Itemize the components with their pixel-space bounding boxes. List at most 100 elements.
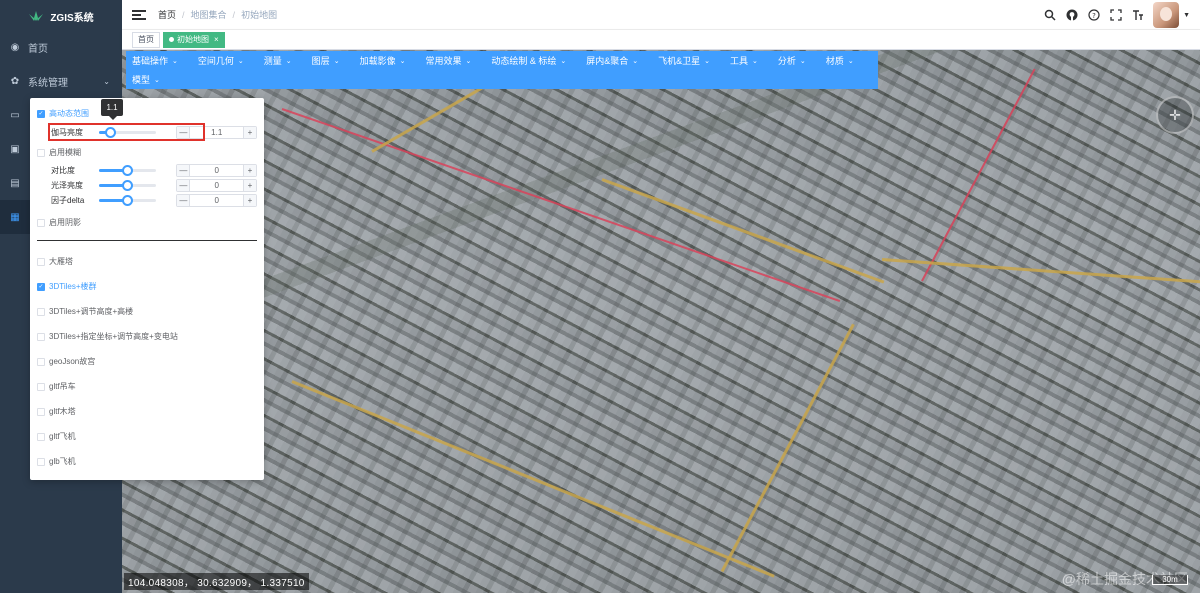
sidebar-item-system[interactable]: ✿ 系统管理 ⌄ xyxy=(0,64,122,98)
decrement-button[interactable]: — xyxy=(177,127,191,138)
chevron-down-icon: ⌄ xyxy=(465,57,472,65)
delta-slider[interactable] xyxy=(98,195,157,206)
layer-checkbox[interactable]: 3DTiles+指定坐标+调节高度+变电站 xyxy=(37,324,257,349)
contrast-value[interactable]: 0 xyxy=(190,165,243,176)
checkbox-checked-icon[interactable]: ✓ xyxy=(37,109,45,118)
layer-checkbox[interactable]: glb飞机 xyxy=(37,449,257,474)
shadow-checkbox[interactable]: 启用阴影 xyxy=(37,215,257,230)
increment-button[interactable]: + xyxy=(243,180,256,191)
chevron-down-icon: ⌄ xyxy=(154,76,160,84)
toolbar-draw[interactable]: 动态绘制 & 标绘 ⌄ xyxy=(485,51,572,70)
toolbar-cluster[interactable]: 屏内&聚合 ⌄ xyxy=(580,51,644,70)
delta-label: 因子delta xyxy=(51,196,85,205)
decrement-button[interactable]: — xyxy=(177,180,191,191)
toolbar-imagery[interactable]: 加载影像 ⌄ xyxy=(354,51,412,70)
toolbar-measure[interactable]: 测量 ⌄ xyxy=(258,51,298,70)
layer-checkbox[interactable]: 3DTiles+调节高度+高楼 xyxy=(37,299,257,324)
font-size-icon[interactable] xyxy=(1131,9,1144,22)
checkbox-checked-icon[interactable]: ✓ xyxy=(37,282,45,291)
layer-label: 3DTiles+调节高度+高楼 xyxy=(49,307,134,316)
checkbox-icon[interactable] xyxy=(37,148,45,157)
toolbar-tools[interactable]: 工具 ⌄ xyxy=(724,51,764,70)
increment-button[interactable]: + xyxy=(243,195,256,206)
search-icon[interactable] xyxy=(1043,9,1056,22)
layer-label: geoJson故宫 xyxy=(49,357,96,366)
sidebar-item-label: 首页 xyxy=(28,43,48,55)
decrement-button[interactable]: — xyxy=(177,195,191,206)
layer-label: 3DTiles+指定坐标+调节高度+变电站 xyxy=(49,332,178,341)
slider-handle[interactable] xyxy=(104,127,116,138)
gamma-label: 伽马亮度 xyxy=(51,128,83,137)
contrast-stepper[interactable]: — 0 + xyxy=(176,164,257,177)
tag-home[interactable]: 首页 xyxy=(132,31,160,48)
checkbox-icon[interactable] xyxy=(37,307,45,316)
tag-initial-map[interactable]: 初始地图 × xyxy=(163,31,225,48)
avatar[interactable] xyxy=(1153,2,1180,28)
slider-handle[interactable] xyxy=(122,165,134,176)
layer-label: 大雁塔 xyxy=(49,257,73,266)
gloss-value[interactable]: 0 xyxy=(190,180,243,191)
chevron-down-icon: ⌄ xyxy=(399,57,406,65)
blur-checkbox[interactable]: 启用模糊 xyxy=(37,145,257,160)
checkbox-icon[interactable] xyxy=(37,457,45,466)
checkbox-icon[interactable] xyxy=(37,218,45,227)
decrement-button[interactable]: — xyxy=(177,165,191,176)
hdr-checkbox[interactable]: ✓ 高动态范围 xyxy=(37,106,257,121)
help-icon[interactable]: ? xyxy=(1087,9,1100,22)
slider-handle[interactable] xyxy=(122,195,134,206)
toolbar-model[interactable]: 模型 ⌄ xyxy=(126,70,166,89)
layer-checkbox[interactable]: gltf飞机 xyxy=(37,424,257,449)
chevron-down-icon: ⌄ xyxy=(752,57,758,65)
breadcrumb-home[interactable]: 首页 xyxy=(158,8,176,21)
checkbox-icon[interactable] xyxy=(37,332,45,341)
slider-handle[interactable] xyxy=(122,180,134,191)
layer-checkbox[interactable]: gltf木塔 xyxy=(37,399,257,424)
sidebar-item-label: 系统管理 xyxy=(28,77,68,89)
map-viewport[interactable]: ✛ 104.048308， 30.632909， 1.337510 @稀土掘金技… xyxy=(122,50,1200,593)
checkbox-icon[interactable] xyxy=(37,407,45,416)
map-icon: ▦ xyxy=(10,211,20,223)
chevron-down-icon: ⌄ xyxy=(172,57,178,65)
checkbox-icon[interactable] xyxy=(37,257,45,266)
increment-button[interactable]: + xyxy=(243,165,256,176)
contrast-slider[interactable] xyxy=(98,165,157,176)
toolbar-effects[interactable]: 常用效果 ⌄ xyxy=(419,51,477,70)
layer-checkbox[interactable]: ✓ 3DTiles+楼群 xyxy=(37,274,257,299)
github-icon[interactable] xyxy=(1065,9,1078,22)
checkbox-icon[interactable] xyxy=(37,357,45,366)
map-toolbar: 基础操作 ⌄ 空间几何 ⌄ 测量 ⌄ 图层 ⌄ 加载影像 ⌄ 常用效果 ⌄ 动态绘制 & 标… xyxy=(126,51,878,89)
checkbox-icon[interactable] xyxy=(37,432,45,441)
close-icon[interactable]: × xyxy=(214,35,219,44)
toolbar-analysis[interactable]: 分析 ⌄ xyxy=(772,51,812,70)
delta-slider-row: 因子delta — 0 + xyxy=(37,193,257,208)
sidebar-item-home[interactable]: ◉ 首页 xyxy=(0,30,122,64)
toolbar-geometry[interactable]: 空间几何 ⌄ xyxy=(192,51,250,70)
layer-checkbox[interactable]: gltf吊车 xyxy=(37,374,257,399)
gamma-stepper[interactable]: — 1.1 + xyxy=(176,126,257,139)
toolbar-material[interactable]: 材质 ⌄ xyxy=(820,51,860,70)
layer-checkbox[interactable]: geoJson故宫 xyxy=(37,349,257,374)
hamburger-icon[interactable] xyxy=(132,9,146,20)
gloss-slider[interactable] xyxy=(98,180,157,191)
checkbox-icon[interactable] xyxy=(37,382,45,391)
increment-button[interactable]: + xyxy=(243,127,256,138)
toolbar-layer[interactable]: 图层 ⌄ xyxy=(306,51,346,70)
gamma-value[interactable]: 1.1 xyxy=(190,127,243,138)
toolbar-basic-ops[interactable]: 基础操作 ⌄ xyxy=(126,51,184,70)
gloss-stepper[interactable]: — 0 + xyxy=(176,179,257,192)
svg-text:?: ? xyxy=(1092,12,1096,20)
chevron-down-icon: ⌄ xyxy=(704,57,711,65)
app-logo[interactable]: ZGIS系统 xyxy=(0,0,122,30)
breadcrumb-map-set[interactable]: 地图集合 xyxy=(191,8,227,21)
toolbar-aircraft[interactable]: 飞机&卫星 ⌄ xyxy=(652,51,716,70)
delta-value[interactable]: 0 xyxy=(190,195,243,206)
header-actions: ? ▼ xyxy=(1043,0,1190,30)
caret-down-icon[interactable]: ▼ xyxy=(1183,12,1190,19)
delta-stepper[interactable]: — 0 + xyxy=(176,194,257,207)
fullscreen-icon[interactable] xyxy=(1109,9,1122,22)
gamma-slider[interactable] xyxy=(98,127,157,138)
compass-icon[interactable]: ✛ xyxy=(1156,96,1194,134)
layer-checkbox[interactable]: 大雁塔 xyxy=(37,249,257,274)
tags-view: 首页 初始地图 × xyxy=(122,30,1200,50)
toolbox-icon: ▣ xyxy=(10,143,20,155)
